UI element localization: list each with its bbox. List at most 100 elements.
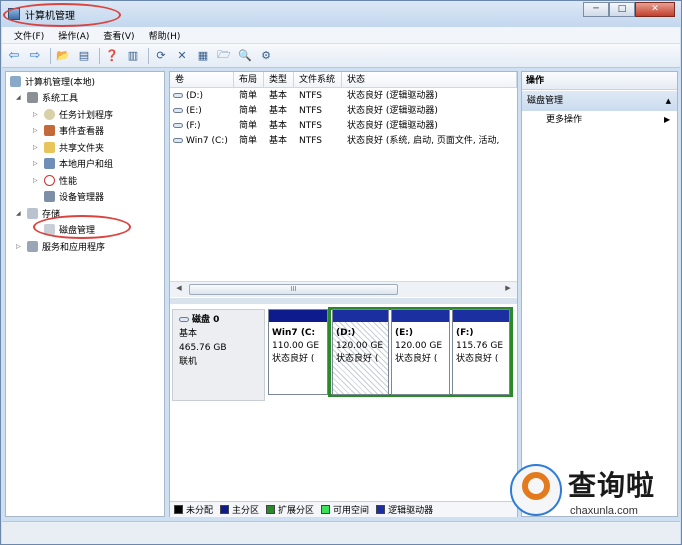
tree-label: 共享文件夹 <box>59 144 105 154</box>
layout-cell: 简单 <box>239 91 258 101</box>
tree-label: 系统工具 <box>42 94 79 104</box>
toolbar-separator <box>99 47 100 64</box>
device-manager-icon <box>44 191 55 202</box>
disk-info[interactable]: 磁盘 0 基本 465.76 GB 联机 <box>172 309 265 401</box>
layout-cell: 简单 <box>239 106 258 116</box>
back-icon[interactable]: ⇦ <box>5 47 23 65</box>
show-hide-tree-icon[interactable]: ▤ <box>75 47 93 65</box>
tree-item-event-viewer[interactable]: ▷ 事件查看器 <box>33 123 104 138</box>
partition-d[interactable]: (D:) 120.00 GE 状态良好 ( <box>332 309 389 395</box>
expand-icon[interactable]: ▷ <box>33 160 41 167</box>
expand-icon[interactable]: ▷ <box>33 144 41 151</box>
search-icon[interactable]: 🔍 <box>236 47 254 65</box>
menu-help[interactable]: 帮助(H) <box>149 29 181 42</box>
status-cell: 状态良好 (逻辑驱动器) <box>347 106 438 116</box>
column-header-volume[interactable]: 卷 <box>170 72 234 88</box>
maximize-button[interactable]: □ <box>609 2 635 17</box>
scroll-left-icon[interactable]: ◀ <box>173 284 185 295</box>
collapse-icon[interactable]: ◢ <box>16 210 24 217</box>
disk-management-pane: 卷 布局 类型 文件系统 状态 (D:) 简单 基本 NTFS 状态良好 (逻辑… <box>169 71 518 517</box>
partition-text: Win7 (C: 110.00 GE 状态良好 ( <box>269 322 327 371</box>
open-folder-icon[interactable]: 🗁 <box>215 47 233 65</box>
tree-label: 任务计划程序 <box>59 111 114 121</box>
tree-item-task-scheduler[interactable]: ▷ 任务计划程序 <box>33 107 113 122</box>
partition-name: (F:) <box>456 328 474 338</box>
show-action-pane-icon[interactable]: ▥ <box>124 47 142 65</box>
collapse-icon[interactable]: ◢ <box>16 94 24 101</box>
collapse-up-icon[interactable]: ▲ <box>666 91 671 111</box>
partition-c[interactable]: Win7 (C: 110.00 GE 状态良好 ( <box>268 309 328 395</box>
status-cell: 状态良好 (系统, 启动, 页面文件, 活动, <box>347 136 500 146</box>
type-cell: 基本 <box>269 136 288 146</box>
watermark-brand: 查询啦 <box>568 469 656 502</box>
actions-pane: 操作 磁盘管理 ▲ 更多操作 ▶ <box>521 71 678 517</box>
navigation-tree: 计算机管理(本地) ◢ 系统工具 ▷ 任务计划程序 ▷ 事件查看器 ▷ 共享文件… <box>5 71 165 517</box>
legend-label: 可用空间 <box>333 506 370 516</box>
tree-item-shared-folders[interactable]: ▷ 共享文件夹 <box>33 140 104 155</box>
drive-icon <box>173 93 183 98</box>
close-button[interactable]: ✕ <box>635 2 675 17</box>
toolbar-separator <box>148 47 149 64</box>
table-row[interactable]: (F:) 简单 基本 NTFS 状态良好 (逻辑驱动器) <box>170 119 517 134</box>
volume-cell: (D:) <box>173 89 233 104</box>
refresh-icon[interactable]: ⟳ <box>152 47 170 65</box>
volume-name: Win7 (C:) <box>186 136 228 146</box>
disk-size: 465.76 GB <box>179 343 227 353</box>
menu-action[interactable]: 操作(A) <box>58 29 89 42</box>
expand-icon[interactable]: ▷ <box>33 111 41 118</box>
status-cell: 状态良好 (逻辑驱动器) <box>347 91 438 101</box>
column-header-type[interactable]: 类型 <box>264 72 294 88</box>
column-header-status[interactable]: 状态 <box>342 72 517 88</box>
forward-icon[interactable]: ⇨ <box>26 47 44 65</box>
tree-label: 服务和应用程序 <box>42 243 106 253</box>
filesystem-cell: NTFS <box>299 91 322 101</box>
partition-name: (E:) <box>395 328 413 338</box>
tree-item-local-users[interactable]: ▷ 本地用户和组 <box>33 156 113 171</box>
scroll-right-icon[interactable]: ▶ <box>502 284 514 295</box>
minimize-button[interactable]: ─ <box>583 2 609 17</box>
tree-item-root[interactable]: 计算机管理(本地) <box>10 74 95 89</box>
partition-e[interactable]: (E:) 120.00 GE 状态良好 ( <box>391 309 450 395</box>
table-row[interactable]: Win7 (C:) 简单 基本 NTFS 状态良好 (系统, 启动, 页面文件,… <box>170 134 517 149</box>
type-cell: 基本 <box>269 106 288 116</box>
properties-icon[interactable]: ▦ <box>194 47 212 65</box>
horizontal-scrollbar[interactable]: ◀ III ▶ <box>170 281 517 297</box>
help-icon[interactable]: ❓ <box>103 47 121 65</box>
settings-icon[interactable]: ⚙ <box>257 47 275 65</box>
expand-icon[interactable]: ▷ <box>33 177 41 184</box>
column-header-filesystem[interactable]: 文件系统 <box>294 72 342 88</box>
partition-status: 状态良好 ( <box>272 354 315 364</box>
menu-view[interactable]: 查看(V) <box>103 29 134 42</box>
partition-text: (E:) 120.00 GE 状态良好 ( <box>392 322 449 371</box>
partition-f[interactable]: (F:) 115.76 GE 状态良好 ( <box>452 309 510 395</box>
computer-management-window: 计算机管理 ─ □ ✕ 文件(F) 操作(A) 查看(V) 帮助(H) ⇦ ⇨ … <box>0 0 682 545</box>
shared-folder-icon <box>44 142 55 153</box>
tree-item-services[interactable]: ▷ 服务和应用程序 <box>16 239 105 254</box>
tree-item-performance[interactable]: ▷ 性能 <box>33 173 77 188</box>
partition-name: (D:) <box>336 328 356 338</box>
table-row[interactable]: (E:) 简单 基本 NTFS 状态良好 (逻辑驱动器) <box>170 104 517 119</box>
tree-item-system-tools[interactable]: ◢ 系统工具 <box>16 90 78 105</box>
up-folder-icon[interactable]: 📂 <box>54 47 72 65</box>
submenu-arrow-icon[interactable]: ▶ <box>664 112 670 128</box>
legend-item: 未分配 <box>174 503 213 516</box>
disk-legend: 未分配 主分区 扩展分区 可用空间 逻辑驱动器 <box>170 501 517 517</box>
legend-label: 未分配 <box>186 506 214 516</box>
table-row[interactable]: (D:) 简单 基本 NTFS 状态良好 (逻辑驱动器) <box>170 89 517 104</box>
partition-bar <box>392 310 449 322</box>
expand-icon[interactable]: ▷ <box>16 243 24 250</box>
expand-icon[interactable]: ▷ <box>33 127 41 134</box>
tree-item-device-manager[interactable]: 设备管理器 <box>44 189 104 204</box>
more-actions-item[interactable]: 更多操作 <box>546 112 582 128</box>
scroll-thumb[interactable]: III <box>189 284 398 295</box>
watermark-url: chaxunla.com <box>570 505 638 517</box>
disk-management-highlight-circle <box>33 215 131 239</box>
toolbar: ⇦ ⇨ 📂 ▤ ❓ ▥ ⟳ ✕ ▦ 🗁 🔍 ⚙ <box>2 44 680 68</box>
actions-section-disk-management[interactable]: 磁盘管理 ▲ <box>522 91 677 111</box>
users-icon <box>44 158 55 169</box>
menu-file[interactable]: 文件(F) <box>14 29 44 42</box>
delete-icon[interactable]: ✕ <box>173 47 191 65</box>
column-header-layout[interactable]: 布局 <box>234 72 264 88</box>
volume-name: (F:) <box>186 121 201 131</box>
drive-icon <box>173 138 183 143</box>
